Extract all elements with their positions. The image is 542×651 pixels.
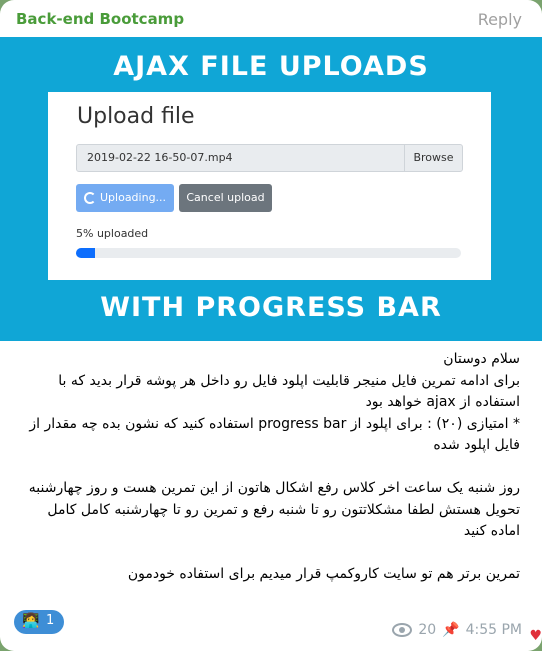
reaction-count: 1 [46,613,55,628]
browse-button: Browse [404,145,462,171]
message-bubble: Back-end Bootcamp Reply AJAX FILE UPLOAD… [0,0,542,651]
channel-name[interactable]: Back-end Bootcamp [16,10,184,28]
file-name: 2019-02-22 16-50-07.mp4 [87,151,233,164]
spinner-icon [84,192,96,204]
pin-icon: 📌 [442,622,460,638]
upload-card: Upload file 2019-02-22 16-50-07.mp4 Brow… [48,92,491,280]
progress-bar [76,248,461,258]
uploading-button: Uploading... [76,184,174,212]
file-input: 2019-02-22 16-50-07.mp4 Browse [76,144,463,172]
message-text: سلام دوستان برای ادامه تمرین فایل منیجر … [28,351,520,582]
message-meta: 20 📌 4:55 PM [392,622,522,638]
message-time: 4:55 PM [465,622,522,638]
cancel-upload-button: Cancel upload [179,184,272,212]
technologist-emoji-icon: 👩‍💻 [22,613,40,629]
banner-title-top: AJAX FILE UPLOADS [113,51,429,82]
progress-text: 5% uploaded [76,227,149,240]
progress-fill [76,248,96,258]
heart-icon: ♥ [529,628,542,644]
banner-title-bottom: WITH PROGRESS BAR [100,292,442,323]
post-image[interactable]: AJAX FILE UPLOADS Upload file 2019-02-22… [0,37,542,341]
view-count: 20 [418,622,437,638]
reaction-badge[interactable]: 👩‍💻 1 [14,610,64,634]
eye-icon [392,623,413,637]
upload-card-title: Upload file [77,104,195,129]
uploading-label: Uploading... [100,191,167,204]
reply-button[interactable]: Reply [478,10,522,29]
